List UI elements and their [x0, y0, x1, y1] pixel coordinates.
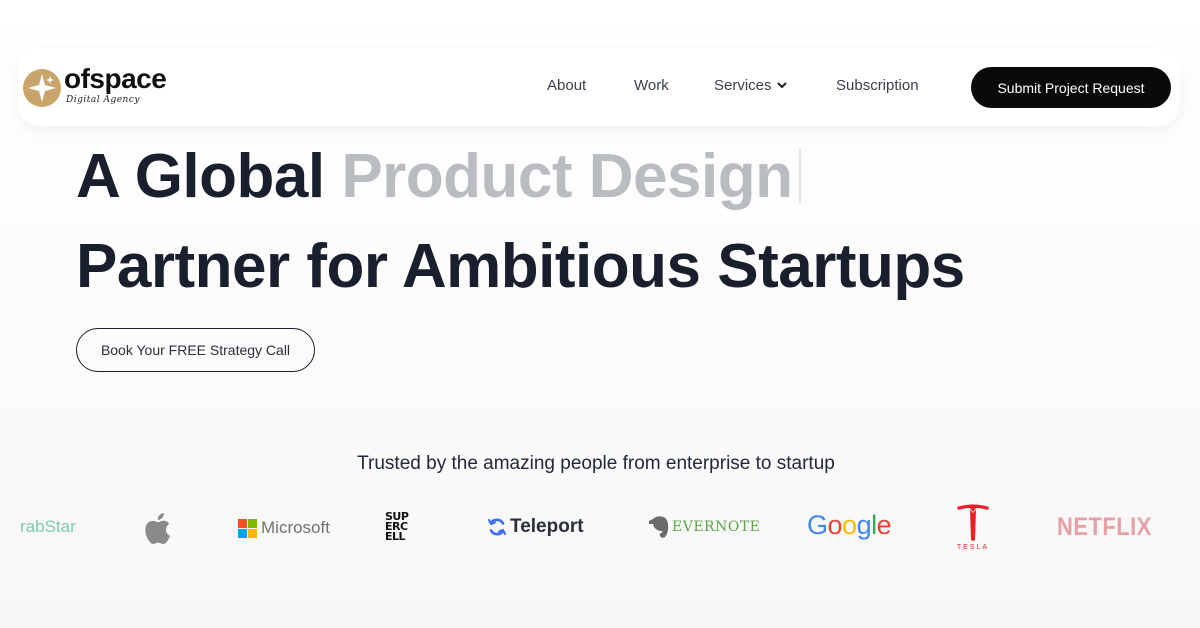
tesla-t-icon — [957, 504, 989, 541]
netflix-wordmark: NETFLIX — [1057, 513, 1152, 541]
hero-title-accent: Product Design — [341, 142, 793, 211]
supercell-row-3: ELL — [385, 530, 406, 543]
logo-microsoft: Microsoft — [238, 518, 330, 538]
teleport-sync-icon — [488, 518, 506, 536]
trusted-by-heading: Trusted by the amazing people from enter… — [357, 453, 835, 474]
logo-apple — [142, 509, 176, 549]
grabstar-wordmark: rabStar — [20, 517, 76, 536]
nav-subscription[interactable]: Subscription — [836, 77, 919, 94]
logo-evernote: EVERNOTE — [648, 515, 760, 539]
evernote-elephant-icon — [649, 516, 669, 538]
typing-caret — [798, 149, 801, 203]
google-wordmark: Google — [807, 510, 892, 541]
tesla-wordmark: TESLA — [956, 544, 990, 551]
brand-name: ofspace — [64, 63, 167, 94]
logo-netflix: NETFLIX — [1057, 513, 1165, 542]
microsoft-windows-icon — [238, 518, 257, 538]
logo-supercell: SUP ERC ELL — [385, 511, 409, 543]
microsoft-wordmark: Microsoft — [261, 518, 330, 537]
logo-grabstar: rabStar — [20, 517, 76, 537]
hero-title-start: A Global — [76, 142, 342, 211]
google-letter-o1: o — [827, 510, 843, 540]
book-strategy-call-button[interactable]: Book Your FREE Strategy Call — [76, 328, 315, 372]
evernote-wordmark: EVERNOTE — [672, 519, 761, 535]
apple-icon — [145, 513, 170, 544]
submit-project-request-button[interactable]: Submit Project Request — [971, 67, 1171, 108]
client-logos-strip: rabStar Microsoft SUP ERC ELL Teleport E… — [0, 495, 1200, 565]
nav-about[interactable]: About — [547, 77, 586, 94]
google-letter-g: G — [807, 510, 828, 540]
nav-work[interactable]: Work — [634, 77, 669, 94]
hero-title-line-1: A Global Product Design — [76, 146, 801, 208]
logo-google: Google — [807, 510, 892, 541]
google-letter-e: e — [876, 510, 892, 540]
teleport-wordmark: Teleport — [510, 516, 584, 537]
chevron-down-icon — [777, 82, 787, 88]
logo-tesla: TESLA — [955, 503, 991, 551]
google-letter-g2: g — [856, 510, 872, 540]
google-letter-o2: o — [842, 510, 857, 540]
nav-services[interactable]: Services — [714, 77, 788, 94]
nav-services-label: Services — [714, 77, 772, 94]
navbar: ofspace Digital Agency About Work Servic… — [18, 48, 1180, 126]
logo-teleport: Teleport — [487, 516, 584, 538]
brand-tagline: Digital Agency — [66, 95, 140, 105]
brand-logo[interactable]: ofspace Digital Agency — [22, 63, 172, 110]
hero-title-line-2: Partner for Ambitious Startups — [76, 232, 965, 301]
star-logo-icon — [23, 69, 61, 107]
